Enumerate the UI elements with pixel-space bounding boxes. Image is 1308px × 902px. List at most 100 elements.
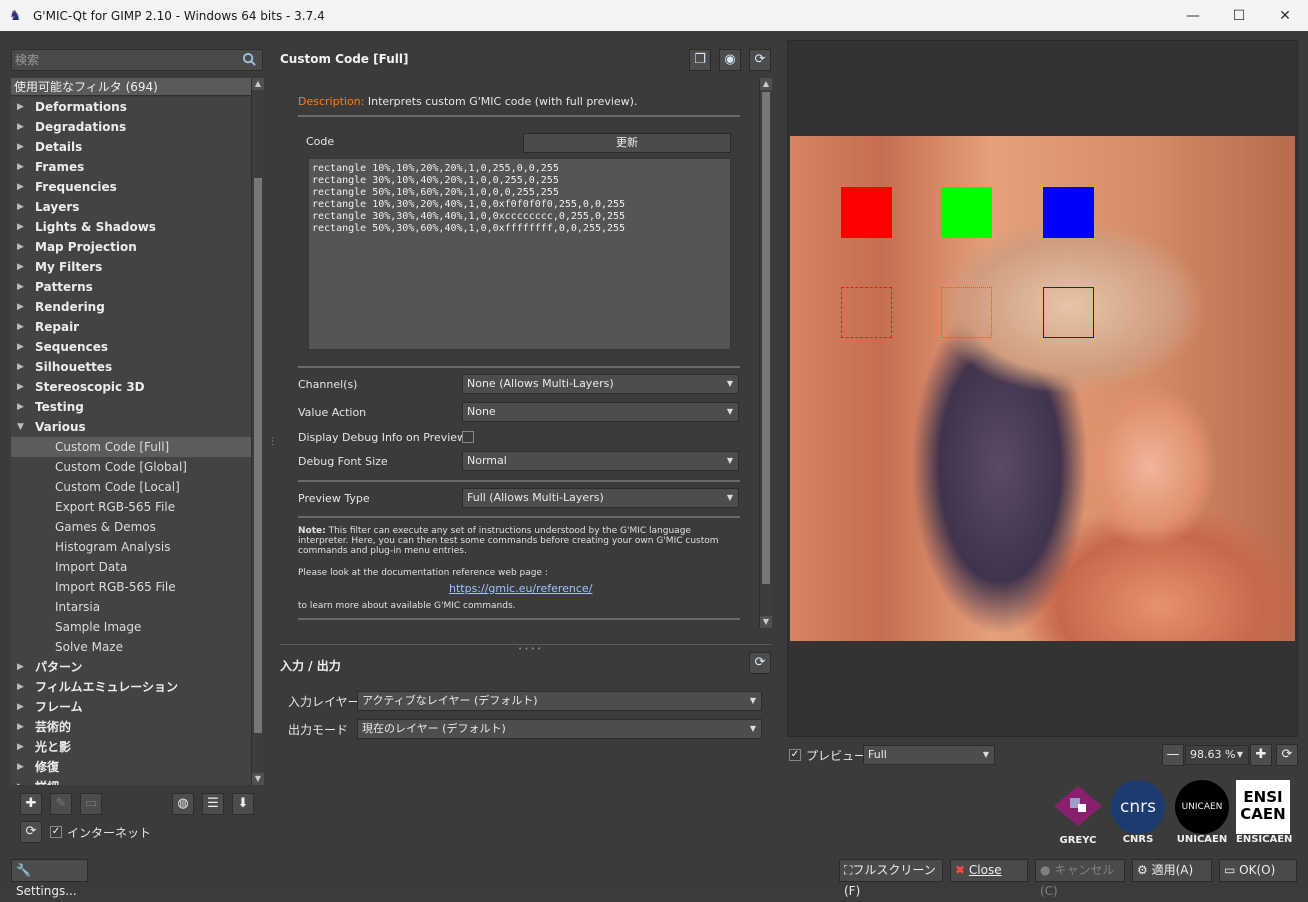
- category-lights-shadows[interactable]: ▶ Lights & Shadows: [11, 217, 251, 237]
- category-frames[interactable]: ▶ Frames: [11, 157, 251, 177]
- refresh-filters-icon[interactable]: ⟳: [20, 821, 42, 843]
- expand-arrow-icon[interactable]: ▶: [17, 657, 27, 677]
- category-map-projection[interactable]: ▶ Map Projection: [11, 237, 251, 257]
- expand-arrow-icon[interactable]: ▶: [17, 357, 27, 377]
- expand-arrow-icon[interactable]: ▶: [17, 197, 27, 217]
- expand-arrow-icon[interactable]: ▶: [17, 697, 27, 717]
- fullscreen-button[interactable]: ⛶フルスクリーン(F): [839, 859, 943, 898]
- parameters-scrollbar[interactable]: ▲ ▼: [759, 78, 772, 628]
- category-artistic[interactable]: ▶ 芸術的: [11, 717, 251, 737]
- scroll-up-arrow[interactable]: ▲: [760, 78, 772, 90]
- filter-item-import-rgb565[interactable]: Import RGB-565 File: [11, 577, 251, 597]
- expand-arrow-icon[interactable]: ▶: [17, 157, 27, 177]
- value-action-select[interactable]: None ▼: [462, 402, 739, 422]
- filter-tree-scrollbar[interactable]: ▲ ▼: [251, 78, 264, 785]
- category-patterns-jp[interactable]: ▶ パターン: [11, 657, 251, 677]
- category-repair[interactable]: ▶ Repair: [11, 317, 251, 337]
- expand-arrow-icon[interactable]: ▶: [17, 117, 27, 137]
- close-window-button[interactable]: ✕: [1262, 0, 1308, 31]
- category-frames-jp[interactable]: ▶ フレーム: [11, 697, 251, 717]
- category-sequences[interactable]: ▶ Sequences: [11, 337, 251, 357]
- minimize-button[interactable]: —: [1170, 0, 1216, 31]
- filter-item-export-rgb565[interactable]: Export RGB-565 File: [11, 497, 251, 517]
- channels-select[interactable]: None (Allows Multi-Layers) ▼: [462, 374, 739, 394]
- expand-arrow-icon[interactable]: ▶: [17, 177, 27, 197]
- globe-icon[interactable]: ◉: [719, 49, 741, 71]
- expand-arrow-icon[interactable]: ▶: [17, 137, 27, 157]
- output-mode-select[interactable]: 現在のレイヤー (デフォルト) ▼: [357, 719, 762, 739]
- preview-type-select[interactable]: Full (Allows Multi-Layers) ▼: [462, 488, 739, 508]
- category-silhouettes[interactable]: ▶ Silhouettes: [11, 357, 251, 377]
- ok-button[interactable]: ▭ OK(O): [1219, 859, 1297, 882]
- visibility-icon[interactable]: ◍: [172, 793, 194, 815]
- expand-arrow-icon[interactable]: ▶: [17, 217, 27, 237]
- zoom-in-icon[interactable]: ✚: [1250, 744, 1272, 766]
- category-frequencies[interactable]: ▶ Frequencies: [11, 177, 251, 197]
- download-icon[interactable]: ⬇: [232, 793, 254, 815]
- collapse-arrow-icon[interactable]: ▼: [17, 417, 27, 437]
- expand-arrow-icon[interactable]: ▶: [17, 777, 27, 785]
- expand-arrow-icon[interactable]: ▶: [17, 757, 27, 777]
- debug-font-size-select[interactable]: Normal ▼: [462, 451, 739, 471]
- filter-item-custom-code-local[interactable]: Custom Code [Local]: [11, 477, 251, 497]
- filter-item-histogram-analysis[interactable]: Histogram Analysis: [11, 537, 251, 557]
- filter-item-custom-code-global[interactable]: Custom Code [Global]: [11, 457, 251, 477]
- expand-arrow-icon[interactable]: ▶: [17, 97, 27, 117]
- internet-checkbox[interactable]: ✓: [50, 826, 62, 838]
- filter-item-games-demos[interactable]: Games & Demos: [11, 517, 251, 537]
- expand-arrow-icon[interactable]: ▶: [17, 337, 27, 357]
- category-degradations[interactable]: ▶ Degradations: [11, 117, 251, 137]
- code-editor[interactable]: rectangle 10%,10%,20%,20%,1,0,255,0,0,25…: [308, 158, 731, 350]
- category-patterns[interactable]: ▶ Patterns: [11, 277, 251, 297]
- filter-search-input[interactable]: 検索: [11, 49, 263, 71]
- reference-link[interactable]: https://gmic.eu/reference/: [449, 582, 592, 595]
- reset-io-icon[interactable]: ⟳: [749, 652, 771, 674]
- filter-item-import-data[interactable]: Import Data: [11, 557, 251, 577]
- filter-item-custom-code-full[interactable]: Custom Code [Full]: [11, 437, 251, 457]
- debug-info-checkbox[interactable]: [462, 431, 474, 443]
- filter-item-sample-image[interactable]: Sample Image: [11, 617, 251, 637]
- expand-arrow-icon[interactable]: ▶: [17, 297, 27, 317]
- reset-parameters-icon[interactable]: ⟳: [749, 49, 771, 71]
- expand-arrow-icon[interactable]: ▶: [17, 377, 27, 397]
- close-button[interactable]: ✖ Close: [950, 859, 1028, 882]
- add-favorite-icon[interactable]: ✚: [20, 793, 42, 815]
- category-film-emulation[interactable]: ▶ フィルムエミュレーション: [11, 677, 251, 697]
- expand-arrow-icon[interactable]: ▶: [17, 237, 27, 257]
- category-details-jp[interactable]: ▶ 詳細: [11, 777, 251, 785]
- category-stereoscopic-3d[interactable]: ▶ Stereoscopic 3D: [11, 377, 251, 397]
- category-testing[interactable]: ▶ Testing: [11, 397, 251, 417]
- expand-arrow-icon[interactable]: ▶: [17, 317, 27, 337]
- scroll-thumb[interactable]: [254, 178, 262, 733]
- category-rendering[interactable]: ▶ Rendering: [11, 297, 251, 317]
- category-repair-jp[interactable]: ▶ 修復: [11, 757, 251, 777]
- expand-arrow-icon[interactable]: ▶: [17, 677, 27, 697]
- input-layer-select[interactable]: アクティブなレイヤー (デフォルト) ▼: [357, 691, 762, 711]
- filter-item-solve-maze[interactable]: Solve Maze: [11, 637, 251, 657]
- update-button[interactable]: 更新: [523, 133, 731, 153]
- zoom-level-select[interactable]: 98.63 % ▼: [1185, 745, 1249, 765]
- left-splitter-handle[interactable]: ⋮: [268, 438, 277, 447]
- category-layers[interactable]: ▶ Layers: [11, 197, 251, 217]
- category-deformations[interactable]: ▶ Deformations: [11, 97, 251, 117]
- settings-button[interactable]: 🔧 Settings...: [11, 859, 88, 898]
- list-view-icon[interactable]: ☰: [202, 793, 224, 815]
- expand-arrow-icon[interactable]: ▶: [17, 397, 27, 417]
- copy-to-clipboard-icon[interactable]: ❐: [689, 49, 711, 71]
- preview-mode-select[interactable]: Full ▼: [863, 745, 995, 765]
- expand-arrow-icon[interactable]: ▶: [17, 737, 27, 757]
- maximize-button[interactable]: ☐: [1216, 0, 1262, 31]
- scroll-down-arrow[interactable]: ▼: [760, 616, 772, 628]
- scroll-down-arrow[interactable]: ▼: [252, 773, 264, 785]
- category-light-shadow-jp[interactable]: ▶ 光と影: [11, 737, 251, 757]
- zoom-out-icon[interactable]: —: [1162, 744, 1184, 766]
- category-details[interactable]: ▶ Details: [11, 137, 251, 157]
- category-various[interactable]: ▼ Various: [11, 417, 251, 437]
- splitter-dots[interactable]: • • • •: [518, 645, 541, 653]
- expand-arrow-icon[interactable]: ▶: [17, 257, 27, 277]
- expand-arrow-icon[interactable]: ▶: [17, 277, 27, 297]
- preview-checkbox[interactable]: ✓: [789, 749, 801, 761]
- expand-arrow-icon[interactable]: ▶: [17, 717, 27, 737]
- scroll-up-arrow[interactable]: ▲: [252, 78, 264, 90]
- category-my-filters[interactable]: ▶ My Filters: [11, 257, 251, 277]
